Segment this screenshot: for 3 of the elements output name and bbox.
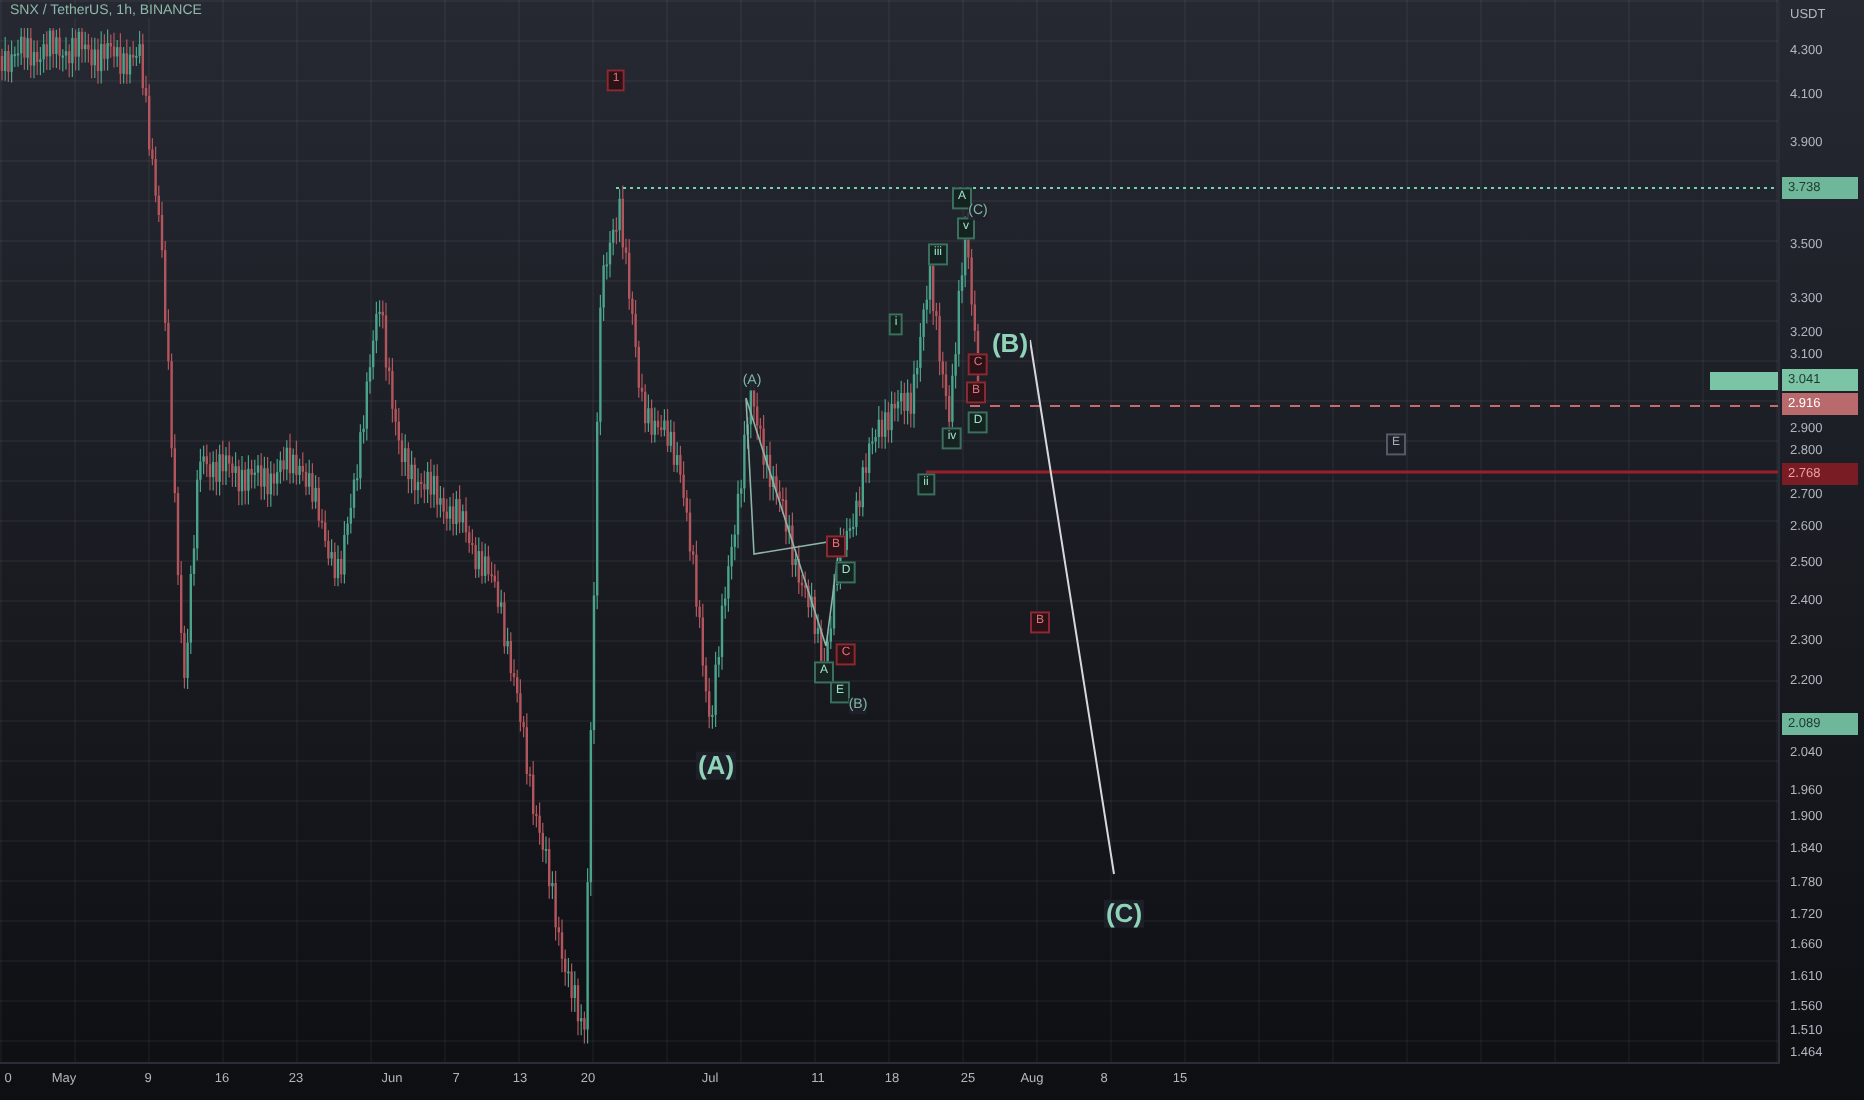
wave-label: (B)	[989, 329, 1031, 359]
wave-label: (C)	[1103, 899, 1145, 929]
wave-label: (A)	[695, 751, 737, 781]
